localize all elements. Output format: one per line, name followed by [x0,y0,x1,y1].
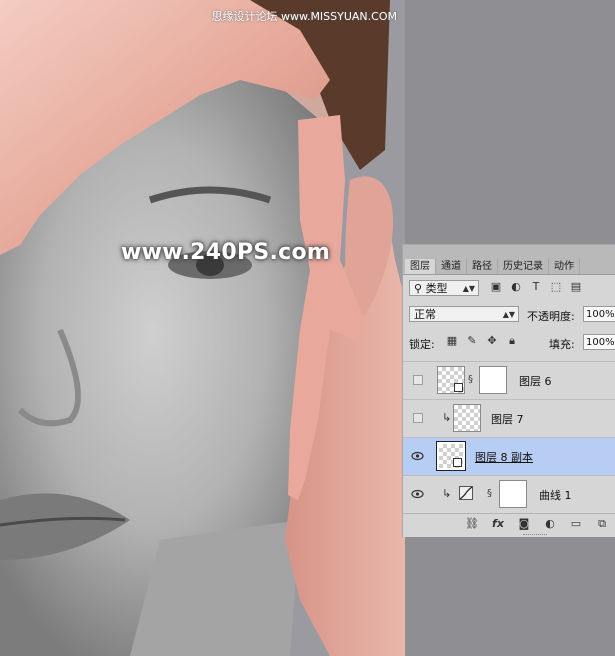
smart-object-icon [453,458,462,467]
layers-panel: 图层 通道 路径 历史记录 动作 ⚲ 类型 ▲▼ ▣ ◐ T ⬚ ▤ 正常 ▲▼… [402,244,615,537]
visibility-toggle[interactable] [413,375,423,385]
blend-mode-select[interactable]: 正常 ▲▼ [409,306,519,322]
fx-icon[interactable]: fx [491,517,505,531]
blend-row: 正常 ▲▼ 不透明度: 100% [403,306,615,324]
eye-icon[interactable] [411,450,424,462]
dropdown-arrow-icon: ▲▼ [462,284,475,293]
forum-watermark: 思缘设计论坛 www.MISSYUAN.COM [211,10,397,23]
photo-artwork [0,0,405,656]
new-layer-icon[interactable]: ⧉ [595,517,609,531]
layer-name[interactable]: 曲线 1 [539,487,572,503]
lock-position-icon[interactable]: ✥ [485,334,499,348]
layer-mask-thumbnail[interactable] [479,366,507,394]
adjustment-filter-icon[interactable]: ◐ [509,280,523,294]
visibility-toggle[interactable] [413,413,423,423]
adjustment-icon[interactable]: ◐ [543,517,557,531]
blend-mode-value: 正常 [414,308,436,321]
site-watermark: www.240PS.com [121,240,331,265]
eye-icon[interactable] [411,488,424,500]
layer-kind-filter[interactable]: ⚲ 类型 ▲▼ [409,280,479,296]
link-icon[interactable]: § [487,488,492,499]
smart-object-icon [454,383,463,392]
layer-thumbnail [437,366,465,394]
layer-name[interactable]: 图层 7 [491,411,524,427]
shape-filter-icon[interactable]: ⬚ [549,280,563,294]
kind-filter-label: 类型 [425,282,448,295]
layer-thumbnail [436,441,466,471]
layer-row[interactable]: ↳ 图层 7 [403,399,615,437]
canvas-photo[interactable]: 思缘设计论坛 www.MISSYUAN.COM www.240PS.com [0,0,405,656]
clipping-arrow-icon: ↳ [442,411,452,424]
opacity-label: 不透明度: [527,310,575,323]
fill-input[interactable]: 100% [583,334,615,350]
fill-label: 填充: [549,338,575,351]
layer-name[interactable]: 图层 8 副本 [475,449,533,465]
lock-label: 锁定: [409,338,435,351]
lock-all-icon[interactable]: 🔒︎ [505,334,519,348]
layer-thumbnail [453,404,481,432]
smartobject-filter-icon[interactable]: ▤ [569,280,583,294]
mask-icon[interactable]: ◙ [517,517,531,531]
tab-history[interactable]: 历史记录 [498,259,549,274]
resize-grip[interactable] [523,534,547,538]
layer-row[interactable]: ↳ § 曲线 1 [403,475,615,513]
tab-layers[interactable]: 图层 [405,259,436,274]
folder-icon[interactable]: ▭ [569,517,583,531]
link-icon[interactable]: § [468,374,473,385]
search-icon: ⚲ [414,282,426,295]
type-filter-icon[interactable]: T [529,280,543,294]
layer-mask-thumbnail[interactable] [499,480,527,508]
link-layers-icon[interactable]: ⛓ [465,517,479,531]
layer-name[interactable]: 图层 6 [519,373,552,389]
lock-transparency-icon[interactable]: ▦ [445,334,459,348]
layer-row[interactable]: § 图层 6 [403,361,615,399]
tab-paths[interactable]: 路径 [467,259,498,274]
layer-row-selected[interactable]: 图层 8 副本 [403,437,615,475]
opacity-input[interactable]: 100% [583,306,615,322]
pixel-filter-icon[interactable]: ▣ [489,280,503,294]
tab-channels[interactable]: 通道 [436,259,467,274]
curves-adjustment-icon [459,486,473,500]
filter-row: ⚲ 类型 ▲▼ ▣ ◐ T ⬚ ▤ [403,280,615,298]
panel-footer: ⛓ fx ◙ ◐ ▭ ⧉ [403,513,615,536]
dropdown-arrow-icon: ▲▼ [502,310,515,319]
panel-tabs: 图层 通道 路径 历史记录 动作 [403,245,615,275]
lock-paint-icon[interactable]: ✎ [465,334,479,348]
clipping-arrow-icon: ↳ [442,487,452,500]
lock-row: 锁定: ▦ ✎ ✥ 🔒︎ 填充: 100% [403,334,615,352]
tab-actions[interactable]: 动作 [549,259,580,274]
